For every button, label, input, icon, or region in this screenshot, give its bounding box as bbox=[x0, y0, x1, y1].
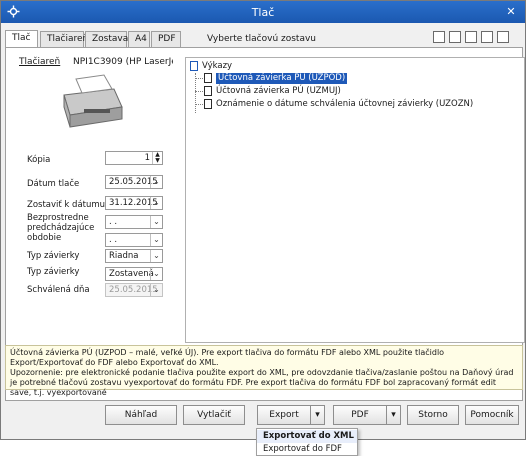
approved-field: 25.05.2015 ⌄ bbox=[105, 283, 163, 297]
closing-type2-value: Zostavená bbox=[109, 269, 154, 279]
sort-icon[interactable] bbox=[497, 31, 509, 43]
tab-printer[interactable]: Tlačiareň bbox=[40, 31, 88, 47]
print-date-field[interactable]: 25.05.2015 ⌄ bbox=[105, 175, 163, 189]
window-title: Tlač bbox=[251, 6, 275, 19]
print-date-label: Dátum tlače bbox=[27, 179, 80, 189]
chevron-down-icon[interactable]: ⌄ bbox=[150, 234, 162, 246]
title-bar: Tlač ✕ bbox=[1, 1, 525, 23]
tree-connector bbox=[195, 78, 203, 79]
tab-pdf[interactable]: PDF bbox=[151, 31, 181, 47]
tree-connector bbox=[195, 104, 203, 105]
preset-label: Vyberte tlačovú zostavu bbox=[207, 34, 317, 44]
closing-type-label: Typ závierky bbox=[27, 251, 80, 261]
close-icon[interactable]: ✕ bbox=[503, 4, 519, 20]
chevron-down-icon[interactable]: ⌄ bbox=[150, 268, 162, 280]
info-box: Účtovná závierka PÚ (UZPOD – malé, veľké… bbox=[5, 345, 523, 397]
tree-connector bbox=[195, 91, 203, 92]
copies-field[interactable]: 1 ▲ ▼ bbox=[105, 151, 163, 165]
prev-period-field[interactable]: . . ⌄ bbox=[105, 215, 163, 229]
page-icon[interactable] bbox=[465, 31, 477, 43]
button-bar: Náhľad Vytlačiť Export ▾ PDF ▾ Storno Po… bbox=[1, 405, 526, 429]
expand-icon[interactable] bbox=[433, 31, 445, 43]
export-dropdown-button[interactable]: ▾ bbox=[311, 405, 325, 425]
report-date-label: Zostaviť k dátumu bbox=[27, 200, 106, 210]
tree-root[interactable]: Výkazy bbox=[202, 61, 232, 72]
tab-report[interactable]: Zostava bbox=[85, 31, 128, 47]
prev-period-value: . . bbox=[109, 217, 118, 227]
prev-period-value-2: . . bbox=[109, 235, 118, 245]
folder-icon bbox=[190, 61, 198, 71]
preview-button[interactable]: Náhľad bbox=[105, 405, 177, 425]
report-tree: Výkazy Účtovná závierka PÚ (UZPOD) Účtov… bbox=[185, 57, 525, 343]
collapse-icon[interactable] bbox=[449, 31, 461, 43]
pdf-dropdown-button[interactable]: ▾ bbox=[387, 405, 401, 425]
tree-item[interactable]: Účtovná závierka PÚ (UZPOD) bbox=[216, 73, 348, 84]
copies-value: 1 bbox=[144, 153, 150, 163]
printer-icon bbox=[63, 74, 123, 128]
pdf-button[interactable]: PDF bbox=[333, 405, 387, 425]
document-icon bbox=[204, 86, 212, 96]
closing-type-field[interactable]: Riadna ⌄ bbox=[105, 249, 163, 263]
tree-item[interactable]: Účtovná závierka PÚ (UZMUJ) bbox=[216, 86, 341, 97]
tab-a4[interactable]: A4 bbox=[128, 31, 150, 47]
tree-connector bbox=[195, 73, 196, 113]
copy-icon[interactable] bbox=[481, 31, 493, 43]
approved-label: Schválená dňa bbox=[27, 285, 90, 295]
printer-name: NPI1C3909 (HP LaserJet P20 bbox=[73, 57, 173, 67]
tree-item[interactable]: Oznámenie o dátume schválenia účtovnej z… bbox=[216, 99, 473, 110]
cancel-button[interactable]: Storno bbox=[407, 405, 459, 425]
copies-label: Kópia bbox=[27, 155, 51, 165]
prev-period-field-2[interactable]: . . ⌄ bbox=[105, 233, 163, 247]
closing-type-value: Riadna bbox=[109, 251, 139, 261]
prev-period-label: Bezprostredne predchádzajúce obdobie bbox=[27, 213, 95, 243]
export-button[interactable]: Export bbox=[257, 405, 311, 425]
info-line-2: Upozornenie: pre elektronické podanie tl… bbox=[10, 368, 514, 397]
print-button[interactable]: Vytlačiť bbox=[183, 405, 245, 425]
chevron-down-icon[interactable]: ⌄ bbox=[150, 197, 162, 209]
tree-toolbar bbox=[433, 31, 513, 45]
chevron-down-icon[interactable]: ⌄ bbox=[150, 250, 162, 262]
menu-item-export-xml[interactable]: Exportovať do XML bbox=[257, 430, 357, 443]
tab-print[interactable]: Tlač bbox=[5, 30, 38, 48]
closing-type2-label: Typ závierky bbox=[27, 267, 80, 277]
chevron-down-icon[interactable]: ⌄ bbox=[150, 216, 162, 228]
info-line-1: Účtovná závierka PÚ (UZPOD – malé, veľké… bbox=[10, 348, 445, 367]
help-button[interactable]: Pomocník bbox=[465, 405, 519, 425]
chevron-down-icon: ⌄ bbox=[150, 284, 162, 296]
export-menu: Exportovať do XML Exportovať do FDF bbox=[256, 428, 358, 456]
document-icon bbox=[204, 73, 212, 83]
print-dialog: Tlač ✕ Tlač Tlačiareň Zostava A4 PDF Vyb… bbox=[0, 0, 526, 440]
chevron-down-icon[interactable]: ⌄ bbox=[150, 176, 162, 188]
copies-spin-icon[interactable]: ▲ ▼ bbox=[152, 152, 162, 164]
report-date-field[interactable]: 31.12.2015 ⌄ bbox=[105, 196, 163, 210]
menu-item-export-fdf[interactable]: Exportovať do FDF bbox=[257, 443, 357, 456]
document-icon bbox=[204, 99, 212, 109]
printer-link[interactable]: Tlačiareň bbox=[19, 57, 60, 67]
closing-type2-field[interactable]: Zostavená ⌄ bbox=[105, 267, 163, 281]
